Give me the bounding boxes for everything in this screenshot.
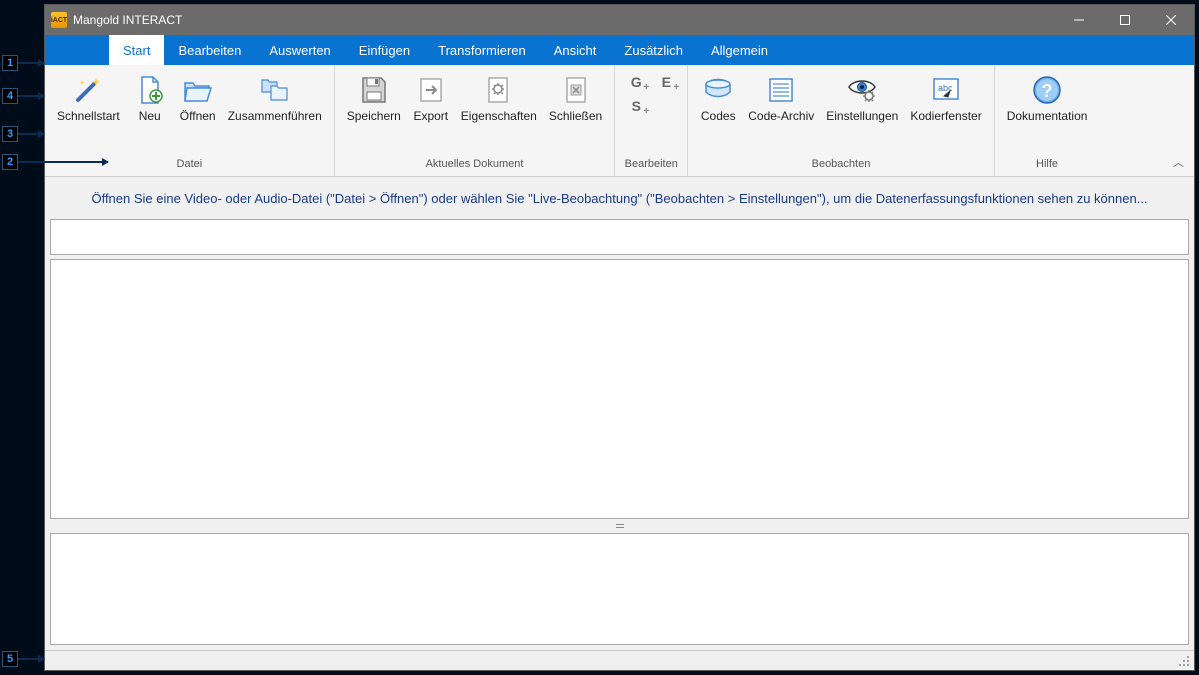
letter-e: E xyxy=(662,74,671,90)
properties-icon xyxy=(483,74,515,106)
horizontal-splitter[interactable] xyxy=(50,523,1189,529)
workspace xyxy=(45,219,1194,650)
titlebar: iACT Mangold INTERACT xyxy=(45,5,1194,35)
export-button[interactable]: Export xyxy=(407,69,455,125)
kodierfenster-button[interactable]: abc Kodierfenster xyxy=(904,69,987,125)
save-icon xyxy=(358,74,390,106)
plus-icon: + xyxy=(643,82,649,93)
schnellstart-label: Schnellstart xyxy=(57,109,120,123)
codes-button[interactable]: Codes xyxy=(694,69,742,125)
eye-gear-icon xyxy=(846,74,878,106)
schliessen-button[interactable]: Schließen xyxy=(543,69,608,125)
export-label: Export xyxy=(413,109,448,123)
export-icon xyxy=(415,74,447,106)
pane-middle[interactable] xyxy=(50,259,1189,519)
ribbon: Schnellstart Neu Öffnen Zusammenführen D… xyxy=(45,65,1194,177)
doku-label: Dokumentation xyxy=(1007,109,1088,123)
schnellstart-button[interactable]: Schnellstart xyxy=(51,69,126,125)
annotation-badge-4: 4 xyxy=(2,88,18,104)
add-s-button[interactable]: S+ xyxy=(623,95,649,117)
einstellungen-button[interactable]: Einstellungen xyxy=(820,69,904,125)
plus-icon: + xyxy=(673,82,679,93)
speichern-label: Speichern xyxy=(347,109,401,123)
eigenschaften-button[interactable]: Eigenschaften xyxy=(455,69,543,125)
zusammen-button[interactable]: Zusammenführen xyxy=(222,69,328,125)
add-g-button[interactable]: G+ xyxy=(623,71,649,93)
new-file-icon xyxy=(134,74,166,106)
einstellungen-label: Einstellungen xyxy=(826,109,898,123)
tab-transformieren[interactable]: Transformieren xyxy=(424,35,540,65)
ribbon-group-hilfe: ? Dokumentation Hilfe xyxy=(995,65,1100,176)
neu-button[interactable]: Neu xyxy=(126,69,174,125)
tab-allgemein[interactable]: Allgemein xyxy=(697,35,782,65)
ribbon-group-aktuelles: Speichern Export Eigenschaften Schließen… xyxy=(335,65,615,176)
group-label-hilfe: Hilfe xyxy=(995,158,1100,176)
group-label-beobachten: Beobachten xyxy=(688,158,993,176)
zusammen-label: Zusammenführen xyxy=(228,109,322,123)
letter-g: G xyxy=(631,74,642,90)
dokumentation-button[interactable]: ? Dokumentation xyxy=(1001,69,1094,125)
open-folder-icon xyxy=(182,74,214,106)
annotation-arrow xyxy=(18,95,44,97)
tab-zusaetzlich[interactable]: Zusätzlich xyxy=(610,35,697,65)
annotation-arrow xyxy=(18,161,108,163)
maximize-button[interactable] xyxy=(1102,5,1148,35)
annotation-arrow xyxy=(18,133,44,135)
schliessen-label: Schließen xyxy=(549,109,602,123)
help-icon: ? xyxy=(1031,74,1063,106)
app-icon: iACT xyxy=(51,12,67,28)
oeffnen-button[interactable]: Öffnen xyxy=(174,69,222,125)
annotation-arrow xyxy=(18,658,44,660)
tab-ansicht[interactable]: Ansicht xyxy=(540,35,611,65)
wand-icon xyxy=(72,74,104,106)
annotation-margin: 1 4 3 2 5 xyxy=(0,0,44,675)
code-archiv-button[interactable]: Code-Archiv xyxy=(742,69,820,125)
annotation-arrow xyxy=(18,62,44,64)
close-button[interactable] xyxy=(1148,5,1194,35)
coding-window-icon: abc xyxy=(930,74,962,106)
oeffnen-label: Öffnen xyxy=(180,109,216,123)
kodier-label: Kodierfenster xyxy=(910,109,981,123)
archive-list-icon xyxy=(765,74,797,106)
plus-icon: + xyxy=(643,106,649,117)
hint-message: Öffnen Sie eine Video- oder Audio-Datei … xyxy=(45,177,1194,219)
merge-folders-icon xyxy=(259,74,291,106)
pane-top[interactable] xyxy=(50,219,1189,255)
minimize-button[interactable] xyxy=(1056,5,1102,35)
ribbon-collapse-button[interactable]: 〈 xyxy=(1171,157,1187,168)
svg-text:abc: abc xyxy=(938,83,953,93)
eigenschaften-label: Eigenschaften xyxy=(461,109,537,123)
codes-label: Codes xyxy=(701,109,736,123)
group-label-aktuelles: Aktuelles Dokument xyxy=(335,158,614,176)
close-file-icon xyxy=(560,74,592,106)
annotation-badge-2: 2 xyxy=(2,154,18,170)
letter-s: S xyxy=(632,98,641,114)
ribbon-group-bearbeiten: G+ E+ S+ Bearbeiten xyxy=(615,65,688,176)
ribbon-tabs: Start Bearbeiten Auswerten Einfügen Tran… xyxy=(45,35,1194,65)
codes-icon xyxy=(702,74,734,106)
svg-text:?: ? xyxy=(1042,81,1053,101)
tab-auswerten[interactable]: Auswerten xyxy=(255,35,344,65)
ribbon-group-beobachten: Codes Code-Archiv Einstellungen abc Kodi… xyxy=(688,65,994,176)
neu-label: Neu xyxy=(139,109,161,123)
annotation-badge-1: 1 xyxy=(2,55,18,71)
main-window: iACT Mangold INTERACT Start Bearbeiten A… xyxy=(44,4,1195,671)
speichern-button[interactable]: Speichern xyxy=(341,69,407,125)
add-e-button[interactable]: E+ xyxy=(653,71,679,93)
window-title: Mangold INTERACT xyxy=(73,13,182,27)
tab-start[interactable]: Start xyxy=(109,35,164,65)
statusbar xyxy=(45,650,1194,670)
group-label-bearbeiten: Bearbeiten xyxy=(615,158,687,176)
tab-einfuegen[interactable]: Einfügen xyxy=(345,35,424,65)
archiv-label: Code-Archiv xyxy=(748,109,814,123)
resize-grip[interactable] xyxy=(1178,655,1190,667)
tab-bearbeiten[interactable]: Bearbeiten xyxy=(164,35,255,65)
pane-bottom[interactable] xyxy=(50,533,1189,645)
annotation-badge-5: 5 xyxy=(2,651,18,667)
annotation-badge-3: 3 xyxy=(2,126,18,142)
